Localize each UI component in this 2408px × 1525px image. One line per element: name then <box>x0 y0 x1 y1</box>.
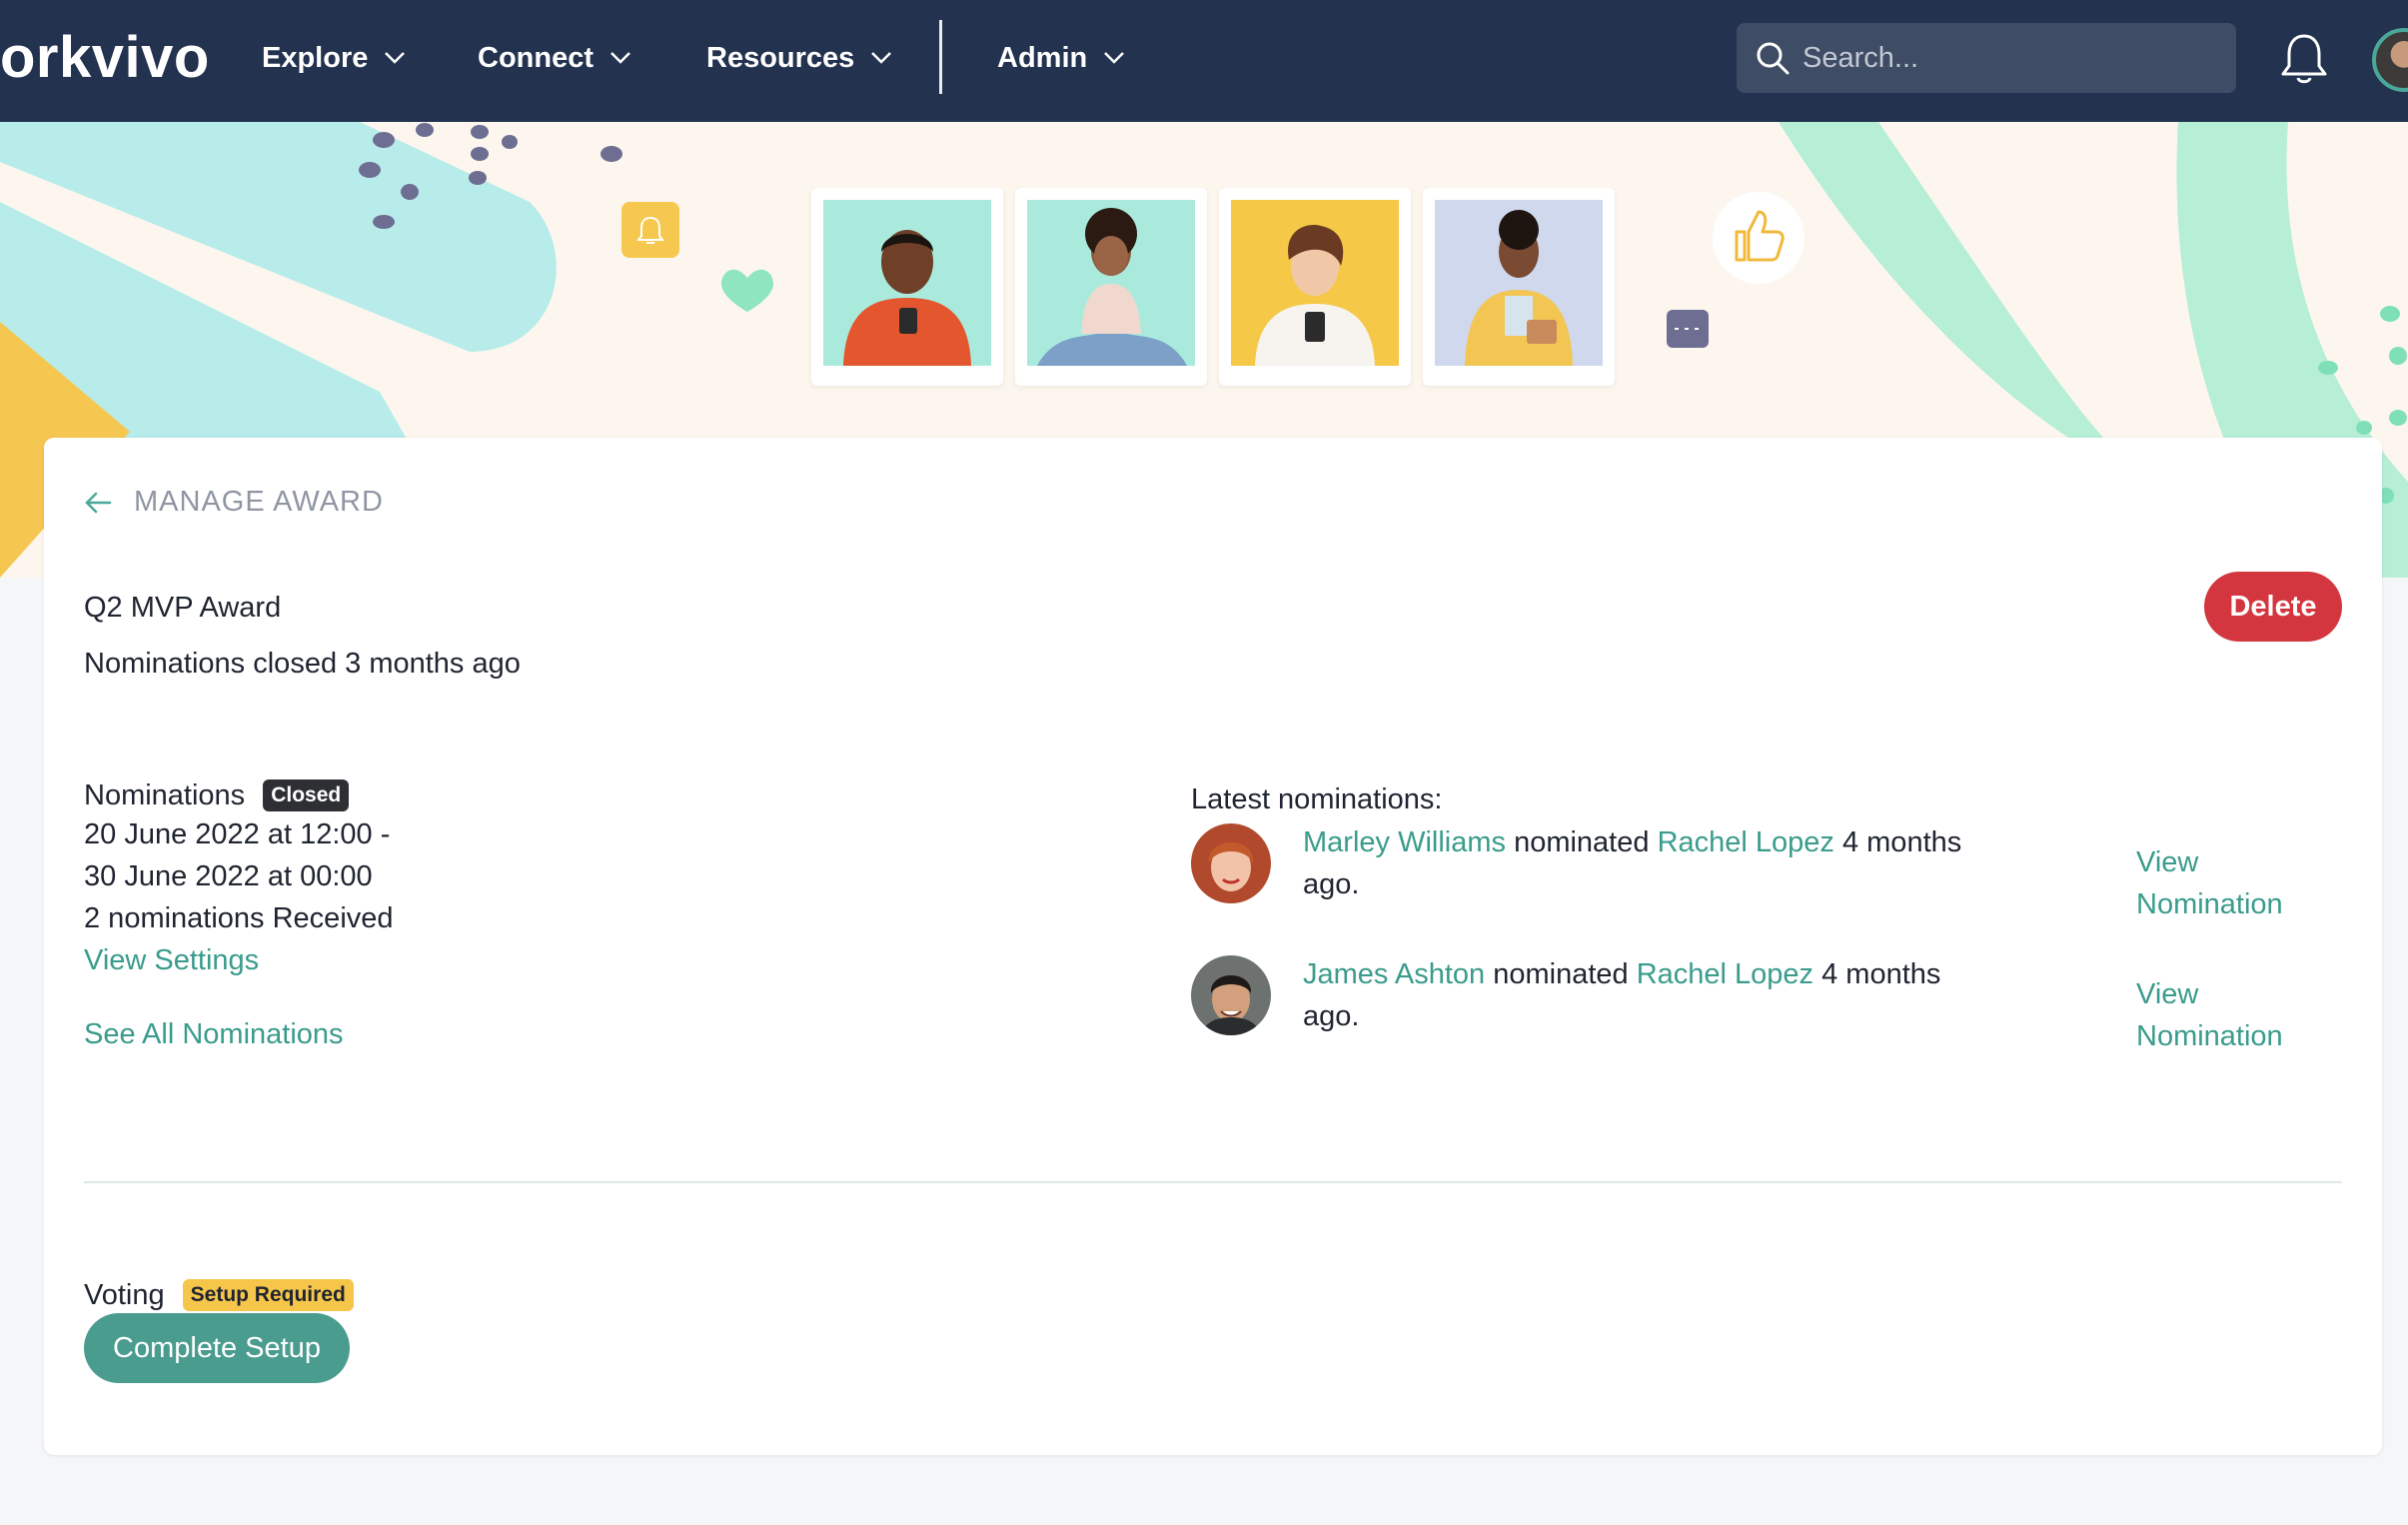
nominations-heading: Nominations Closed <box>84 775 350 815</box>
nomination-text: Marley Williams nominated Rachel Lopez 4… <box>1303 821 2002 905</box>
person-photo <box>823 200 991 366</box>
search-icon <box>1757 42 1790 75</box>
see-all-nominations-link[interactable]: See All Nominations <box>84 1013 344 1055</box>
status-badge-setup-required: Setup Required <box>182 1279 354 1311</box>
nominations-details: 20 June 2022 at 12:00 - 30 June 2022 at … <box>84 813 394 939</box>
avatar[interactable] <box>1191 823 1271 903</box>
nominations-date-end: 30 June 2022 at 00:00 <box>84 860 373 892</box>
nominee-link[interactable]: Rachel Lopez <box>1637 958 1813 990</box>
nomination-row: James Ashton nominated Rachel Lopez 4 mo… <box>1191 953 2350 1052</box>
back-link[interactable]: MANAGE AWARD <box>84 486 384 519</box>
person-photo <box>1027 200 1195 366</box>
nomination-row: Marley Williams nominated Rachel Lopez 4… <box>1191 821 2350 920</box>
chevron-down-icon <box>1104 52 1125 64</box>
user-avatar[interactable] <box>2372 28 2408 92</box>
nominations-received-count: 2 nominations Received <box>84 902 394 934</box>
manage-award-card: MANAGE AWARD Q2 MVP Award Nominations cl… <box>44 438 2382 1455</box>
voting-heading: Voting Setup Required <box>84 1275 354 1315</box>
chevron-down-icon <box>385 52 406 64</box>
award-title: Q2 MVP Award <box>84 592 282 624</box>
nominator-link[interactable]: Marley Williams <box>1303 826 1506 858</box>
banner-photo-card <box>1423 188 1615 386</box>
nomination-verb: nominated <box>1514 826 1650 858</box>
view-nomination-link[interactable]: View Nomination <box>2136 973 2350 1057</box>
back-link-label: MANAGE AWARD <box>134 486 384 518</box>
nominations-date-start: 20 June 2022 at 12:00 - <box>84 818 391 850</box>
nav-divider <box>939 20 942 94</box>
nomination-time: 4 months <box>1821 958 1941 990</box>
banner-photo-card <box>1219 188 1411 386</box>
nav-connect[interactable]: Connect <box>478 36 631 80</box>
view-nomination-link[interactable]: View Nomination <box>2136 841 2350 925</box>
delete-button[interactable]: Delete <box>2204 572 2342 642</box>
section-divider <box>84 1181 2342 1183</box>
person-photo <box>1231 200 1399 366</box>
status-badge-closed: Closed <box>263 779 350 811</box>
nav-connect-label: Connect <box>478 42 594 74</box>
latest-nominations-title: Latest nominations: <box>1191 783 1443 815</box>
nomination-text: James Ashton nominated Rachel Lopez 4 mo… <box>1303 953 2002 1037</box>
nav-admin[interactable]: Admin <box>997 36 1125 80</box>
nav-explore-label: Explore <box>262 42 369 74</box>
chevron-down-icon <box>610 52 630 64</box>
view-settings-link[interactable]: View Settings <box>84 939 259 981</box>
top-navigation: orkvivo Explore Connect Resources Admin <box>0 0 2408 122</box>
avatar[interactable] <box>1191 955 1271 1035</box>
complete-setup-button[interactable]: Complete Setup <box>84 1313 350 1383</box>
chevron-down-icon <box>871 52 892 64</box>
banner-photo-card <box>1015 188 1207 386</box>
nav-explore[interactable]: Explore <box>262 36 406 80</box>
person-photo <box>1435 200 1603 366</box>
bell-icon[interactable] <box>2278 30 2330 86</box>
nav-resources-label: Resources <box>706 42 855 74</box>
banner-photo-card <box>811 188 1003 386</box>
arrow-left-icon <box>85 492 112 513</box>
nominations-heading-label: Nominations <box>84 779 246 811</box>
nomination-time-suffix: ago. <box>1303 868 1360 900</box>
voting-heading-label: Voting <box>84 1279 165 1311</box>
nav-admin-label: Admin <box>997 42 1088 74</box>
nav-resources[interactable]: Resources <box>706 36 892 80</box>
nomination-verb: nominated <box>1493 958 1629 990</box>
nominator-link[interactable]: James Ashton <box>1303 958 1485 990</box>
app-logo[interactable]: orkvivo <box>0 22 210 94</box>
nominee-link[interactable]: Rachel Lopez <box>1658 826 1834 858</box>
search-box[interactable] <box>1737 23 2236 93</box>
award-status: Nominations closed 3 months ago <box>84 648 521 680</box>
nomination-time-suffix: ago. <box>1303 1000 1360 1032</box>
nomination-time: 4 months <box>1841 826 1962 858</box>
search-input[interactable] <box>1803 41 2222 75</box>
